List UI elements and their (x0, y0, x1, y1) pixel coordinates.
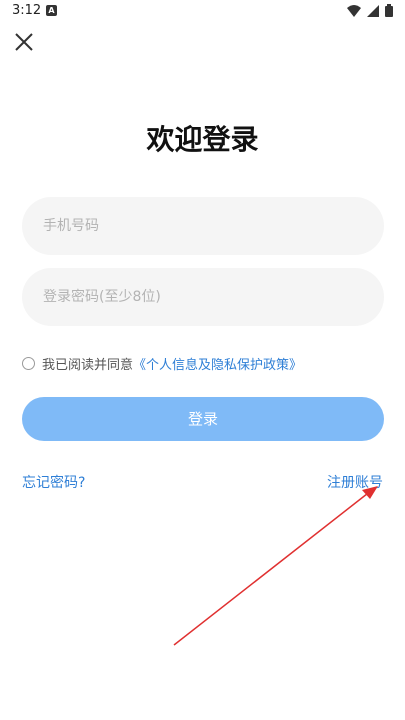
password-input[interactable] (22, 268, 384, 326)
notification-icon: A (46, 5, 57, 16)
register-link[interactable]: 注册账号 (327, 472, 383, 492)
status-bar: 3:12 A (0, 0, 405, 24)
agreement-text: 我已阅读并同意 (42, 358, 134, 373)
status-icons (347, 4, 393, 17)
login-button[interactable]: 登录 (22, 397, 384, 441)
agreement-row: 我已阅读并同意 《个人信息及隐私保护政策》 (22, 354, 302, 373)
wifi-icon (347, 4, 361, 17)
page-title: 欢迎登录 (146, 123, 259, 156)
forgot-password-link[interactable]: 忘记密码? (22, 472, 85, 492)
close-icon[interactable] (12, 30, 36, 54)
status-time: 3:12 (12, 3, 42, 18)
phone-input[interactable] (22, 197, 384, 255)
battery-icon (385, 4, 393, 17)
agreement-checkbox[interactable] (22, 357, 35, 370)
signal-icon (367, 4, 379, 17)
privacy-policy-link[interactable]: 《个人信息及隐私保护政策》 (133, 354, 302, 373)
